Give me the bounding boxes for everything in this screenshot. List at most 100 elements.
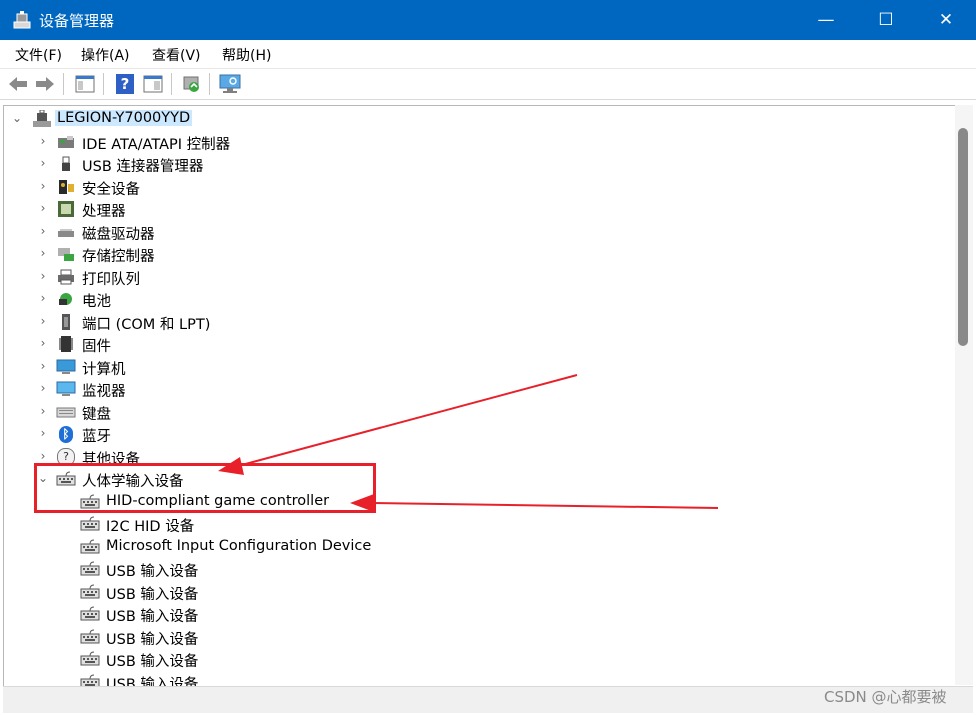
computer-icon bbox=[56, 358, 76, 376]
tree-category-label: 蓝牙 bbox=[82, 429, 111, 445]
tree-category[interactable]: › 安全设备 bbox=[4, 176, 944, 198]
tree-device-label: USB 输入设备 bbox=[106, 586, 199, 603]
tree-category-label: IDE ATA/ATAPI 控制器 bbox=[82, 136, 231, 153]
tree-category[interactable]: › 打印队列 bbox=[4, 266, 944, 288]
tree-category-label: 处理器 bbox=[82, 204, 126, 220]
tree-category[interactable]: › 端口 (COM 和 LPT) bbox=[4, 311, 944, 333]
collapsed-chevron-icon[interactable]: › bbox=[36, 449, 50, 463]
scan-monitor-icon bbox=[219, 74, 241, 93]
help-icon: ? bbox=[116, 74, 134, 94]
tree-device-item[interactable]: Microsoft Input Configuration Device bbox=[4, 536, 944, 558]
tree-category[interactable]: › 固件 bbox=[4, 333, 944, 355]
tree-category[interactable]: › 键盘 bbox=[4, 401, 944, 423]
disk-drive-icon bbox=[56, 223, 76, 241]
window-title: 设备管理器 bbox=[39, 12, 115, 30]
tree-category-label: 存储控制器 bbox=[82, 249, 155, 265]
tree-device-label: USB 输入设备 bbox=[106, 564, 199, 580]
vertical-scrollbar-thumb[interactable] bbox=[958, 128, 968, 346]
title-bar: 设备管理器 — ☐ ✕ bbox=[0, 0, 976, 40]
menu-action[interactable]: 操作(A) bbox=[81, 45, 130, 65]
scan-hardware-button[interactable] bbox=[219, 73, 241, 95]
hid-icon bbox=[80, 650, 100, 668]
tree-category[interactable]: › IDE ATA/ATAPI 控制器 bbox=[4, 131, 944, 153]
collapsed-chevron-icon[interactable]: › bbox=[36, 381, 50, 395]
tree-device-item[interactable]: I2C HID 设备 bbox=[4, 513, 944, 535]
computer-root-icon bbox=[32, 110, 52, 128]
tree-device-item[interactable]: USB 输入设备 bbox=[4, 648, 944, 670]
minimize-icon: — bbox=[817, 10, 835, 30]
tree-device-label: USB 输入设备 bbox=[106, 609, 199, 625]
tree-category-label: 监视器 bbox=[82, 384, 126, 400]
processor-icon bbox=[56, 200, 76, 218]
menu-file[interactable]: 文件(F) bbox=[15, 45, 62, 65]
tree-device-item[interactable]: USB 输入设备 bbox=[4, 626, 944, 648]
collapsed-chevron-icon[interactable]: › bbox=[36, 201, 50, 215]
help-button[interactable]: ? bbox=[114, 73, 136, 95]
tree-device-label: USB 输入设备 bbox=[106, 676, 199, 687]
tree-device-item[interactable]: USB 输入设备 bbox=[4, 671, 944, 687]
collapsed-chevron-icon[interactable]: › bbox=[36, 269, 50, 283]
tree-category[interactable]: › 监视器 bbox=[4, 378, 944, 400]
toolbar-separator bbox=[103, 73, 104, 95]
tree-category-label: 计算机 bbox=[82, 361, 126, 378]
usb-connector-icon bbox=[56, 155, 76, 173]
tree-category-label: 打印队列 bbox=[82, 271, 140, 288]
collapsed-chevron-icon[interactable]: › bbox=[36, 314, 50, 328]
tree-category-label: 电池 bbox=[82, 294, 111, 310]
tree-device-item[interactable]: USB 输入设备 bbox=[4, 558, 944, 580]
tree-category-label: 键盘 bbox=[82, 406, 111, 423]
expanded-chevron-icon[interactable]: ⌄ bbox=[10, 111, 24, 125]
collapsed-chevron-icon[interactable]: › bbox=[36, 246, 50, 260]
tree-device-item[interactable]: USB 输入设备 bbox=[4, 603, 944, 625]
tree-root-computer[interactable]: ⌄ LEGION-Y7000YYD bbox=[4, 108, 944, 130]
device-tree[interactable]: ⌄ LEGION-Y7000YYD › IDE ATA/ATAPI 控制器 › USB 连… bbox=[3, 105, 956, 687]
annotation-highlight-box bbox=[34, 463, 376, 513]
tree-category-label: 磁盘驱动器 bbox=[82, 226, 155, 243]
tree-device-item[interactable]: USB 输入设备 bbox=[4, 581, 944, 603]
menu-help[interactable]: 帮助(H) bbox=[222, 45, 271, 65]
show-hide-console-tree-button[interactable] bbox=[74, 73, 96, 95]
tree-category[interactable]: › 处理器 bbox=[4, 198, 944, 220]
update-driver-icon bbox=[183, 76, 199, 92]
hid-icon bbox=[80, 560, 100, 578]
forward-arrow-icon bbox=[36, 77, 54, 91]
collapsed-chevron-icon[interactable]: › bbox=[36, 404, 50, 418]
collapsed-chevron-icon[interactable]: › bbox=[36, 179, 50, 193]
collapsed-chevron-icon[interactable]: › bbox=[36, 224, 50, 238]
collapsed-chevron-icon[interactable]: › bbox=[36, 359, 50, 373]
back-arrow-icon bbox=[9, 77, 27, 91]
tree-device-label: I2C HID 设备 bbox=[106, 519, 195, 535]
collapsed-chevron-icon[interactable]: › bbox=[36, 291, 50, 305]
port-icon bbox=[56, 313, 76, 331]
printer-icon bbox=[56, 268, 76, 286]
hid-icon bbox=[80, 515, 100, 533]
device-manager-app-icon bbox=[13, 11, 31, 29]
menu-view[interactable]: 查看(V) bbox=[152, 45, 201, 65]
collapsed-chevron-icon[interactable]: › bbox=[36, 156, 50, 170]
maximize-button[interactable]: ☐ bbox=[857, 0, 915, 40]
maximize-icon: ☐ bbox=[878, 10, 894, 30]
tree-category[interactable]: › 存储控制器 bbox=[4, 243, 944, 265]
collapsed-chevron-icon[interactable]: › bbox=[36, 336, 50, 350]
toolbar: ? bbox=[0, 69, 976, 100]
tree-category[interactable]: › USB 连接器管理器 bbox=[4, 153, 944, 175]
tree-category[interactable]: › ᛒ 蓝牙 bbox=[4, 423, 944, 445]
ide-controller-icon bbox=[56, 133, 76, 151]
collapsed-chevron-icon[interactable]: › bbox=[36, 426, 50, 440]
storage-controller-icon bbox=[56, 245, 76, 263]
close-button[interactable]: ✕ bbox=[917, 0, 975, 40]
update-driver-button[interactable] bbox=[181, 73, 203, 95]
minimize-button[interactable]: — bbox=[797, 0, 855, 40]
toolbar-separator bbox=[209, 73, 210, 95]
tree-category[interactable]: › 电池 bbox=[4, 288, 944, 310]
properties-button[interactable] bbox=[142, 73, 164, 95]
menu-bar: 文件(F) 操作(A) 查看(V) 帮助(H) bbox=[0, 40, 976, 69]
tree-category-label: 端口 (COM 和 LPT) bbox=[82, 316, 211, 333]
forward-button[interactable] bbox=[34, 73, 56, 95]
console-tree-icon bbox=[75, 75, 95, 93]
back-button[interactable] bbox=[7, 73, 29, 95]
tree-category-label: 固件 bbox=[82, 339, 111, 355]
tree-category[interactable]: › 计算机 bbox=[4, 356, 944, 378]
collapsed-chevron-icon[interactable]: › bbox=[36, 134, 50, 148]
tree-category[interactable]: › 磁盘驱动器 bbox=[4, 221, 944, 243]
